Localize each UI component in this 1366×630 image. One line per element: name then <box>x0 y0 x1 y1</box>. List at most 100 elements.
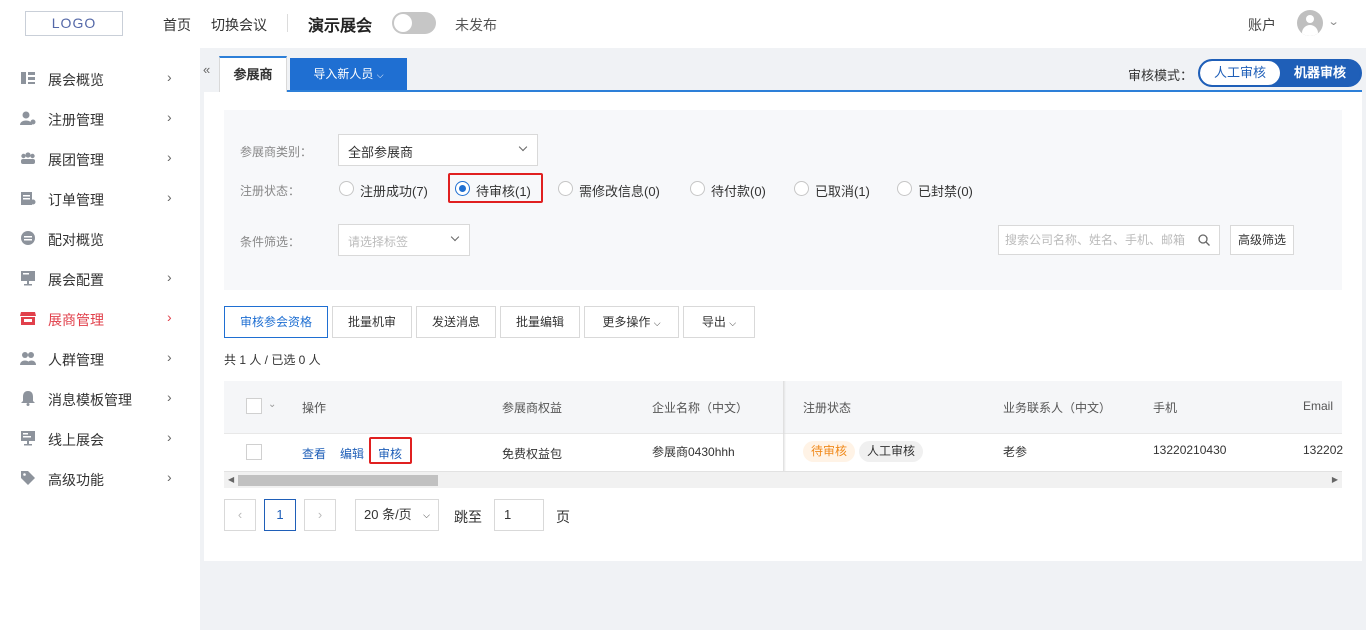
status-badge-manual: 人工审核 <box>859 441 924 462</box>
sidebar-item-exhibitors[interactable]: 展商管理 › <box>0 298 200 338</box>
collapse-sidebar-icon[interactable]: « <box>203 62 210 77</box>
sidebar-item-advanced[interactable]: 高级功能 › <box>0 458 200 498</box>
horizontal-scrollbar[interactable]: ◀ ▶ <box>224 471 1342 488</box>
chevron-down-icon[interactable]: ⌄ <box>268 399 276 410</box>
column-header-email: Email <box>1303 399 1334 413</box>
page-size-value: 20 条/页 <box>364 507 412 522</box>
chevron-right-icon: › <box>167 149 172 165</box>
search-input[interactable] <box>1005 232 1185 248</box>
chevron-right-icon: › <box>167 189 172 205</box>
email-cell: 132202 <box>1303 443 1344 457</box>
match-icon <box>21 231 35 245</box>
sidebar-item-message-templates[interactable]: 消息模板管理 › <box>0 378 200 418</box>
sidebar-item-delegation[interactable]: 展团管理 › <box>0 138 200 178</box>
chevron-down-icon: ⌵ <box>653 318 661 328</box>
radio-label: 注册成功(7) <box>360 184 428 199</box>
category-select[interactable]: 全部参展商 <box>338 134 538 166</box>
column-header-contact: 业务联系人（中文） <box>1003 401 1112 415</box>
publish-toggle[interactable] <box>392 12 436 34</box>
highlight-box <box>369 437 412 464</box>
column-header-benefit: 参展商权益 <box>502 401 563 415</box>
page-number-button[interactable]: 1 <box>264 499 296 531</box>
sidebar-item-online-expo[interactable]: 线上展会 › <box>0 418 200 458</box>
sidebar-item-audience[interactable]: 人群管理 › <box>0 338 200 378</box>
chevron-right-icon: › <box>167 469 172 485</box>
sidebar-item-overview[interactable]: 展会概览 › <box>0 58 200 98</box>
sidebar-item-label: 注册管理 <box>48 112 104 128</box>
account-label[interactable]: 账户 <box>1248 15 1276 35</box>
top-header: LOGO 首页 切换会议 演示展会 未发布 账户 ⌄ <box>0 0 1366 48</box>
chevron-right-icon: › <box>167 69 172 85</box>
contact-cell: 老参 <box>1003 445 1028 459</box>
next-page-button[interactable]: › <box>304 499 336 531</box>
logo[interactable]: LOGO <box>25 11 123 36</box>
scroll-left-icon[interactable]: ◀ <box>228 475 234 484</box>
header-divider <box>287 14 288 32</box>
nav-home[interactable]: 首页 <box>163 15 191 35</box>
batch-machine-review-button[interactable]: 批量机审 <box>332 306 412 338</box>
prev-page-button[interactable]: ‹ <box>224 499 256 531</box>
more-actions-button[interactable]: 更多操作 ⌵ <box>584 306 679 338</box>
send-message-button[interactable]: 发送消息 <box>416 306 496 338</box>
goto-label: 跳至 <box>454 509 482 525</box>
chevron-right-icon: › <box>167 429 172 445</box>
sidebar-item-registration[interactable]: 注册管理 › <box>0 98 200 138</box>
chevron-down-icon: ⌵ <box>376 70 384 80</box>
review-mode-switch[interactable]: 人工审核 机器审核 <box>1198 59 1362 87</box>
chevron-right-icon: › <box>167 269 172 285</box>
page-size-select[interactable]: 20 条/页 ⌵ <box>355 499 439 531</box>
config-icon <box>21 271 35 286</box>
search-icon[interactable] <box>1198 234 1210 246</box>
bell-icon <box>21 391 35 406</box>
store-icon <box>20 312 36 325</box>
nav-switch-meeting[interactable]: 切换会议 <box>211 15 267 35</box>
review-qualification-button[interactable]: 审核参会资格 <box>224 306 328 338</box>
tag-select-placeholder: 请选择标签 <box>348 235 409 249</box>
edit-link[interactable]: 编辑 <box>340 445 364 462</box>
sidebar: 展会概览 › 注册管理 › 展团管理 › 订单管理 › 配对概览 展会配置 › … <box>0 48 200 630</box>
radio-circle <box>558 181 573 196</box>
tag-select[interactable]: 请选择标签 <box>338 224 470 256</box>
event-name: 演示展会 <box>308 18 373 35</box>
category-select-value: 全部参展商 <box>348 145 414 160</box>
select-all-checkbox[interactable] <box>246 398 262 414</box>
import-people-button[interactable]: 导入新人员 ⌵ <box>290 58 407 90</box>
row-checkbox[interactable] <box>246 444 262 460</box>
radio-circle <box>690 181 705 196</box>
tab-bar-underline <box>219 90 1362 92</box>
tab-exhibitors[interactable]: 参展商 <box>219 56 287 92</box>
sidebar-item-label: 高级功能 <box>48 472 104 488</box>
chevron-right-icon: › <box>167 309 172 325</box>
sidebar-item-label: 订单管理 <box>48 192 104 208</box>
sidebar-item-label: 配对概览 <box>48 232 104 248</box>
advanced-filter-button[interactable]: 高级筛选 <box>1230 225 1294 255</box>
export-button[interactable]: 导出 ⌵ <box>683 306 755 338</box>
sidebar-item-label: 线上展会 <box>48 432 104 448</box>
chevron-down-icon[interactable]: ⌄ <box>1328 15 1340 28</box>
review-mode-manual[interactable]: 人工审核 <box>1200 61 1280 85</box>
scroll-right-icon[interactable]: ▶ <box>1332 475 1338 484</box>
column-header-actions: 操作 <box>302 401 327 415</box>
sidebar-item-label: 消息模板管理 <box>48 392 132 408</box>
radio-label: 需修改信息(0) <box>579 184 660 199</box>
people-icon <box>20 352 36 365</box>
sidebar-item-orders[interactable]: 订单管理 › <box>0 178 200 218</box>
status-badge-pending: 待审核 <box>803 441 856 462</box>
radio-label: 已取消(1) <box>815 184 870 199</box>
avatar-icon[interactable] <box>1297 10 1323 36</box>
sidebar-item-label: 人群管理 <box>48 352 104 368</box>
sidebar-item-label: 展会配置 <box>48 272 104 288</box>
scrollbar-thumb[interactable] <box>238 475 438 486</box>
sidebar-item-matching[interactable]: 配对概览 <box>0 218 200 258</box>
goto-page-input[interactable]: 1 <box>494 499 544 531</box>
sidebar-item-config[interactable]: 展会配置 › <box>0 258 200 298</box>
radio-label: 待付款(0) <box>711 184 766 199</box>
order-icon <box>21 192 36 205</box>
phone-cell: 13220210430 <box>1153 443 1227 457</box>
dashboard-icon <box>21 72 35 84</box>
publish-status: 未发布 <box>455 17 497 33</box>
view-link[interactable]: 查看 <box>302 445 326 462</box>
tag-icon <box>21 471 35 485</box>
batch-edit-button[interactable]: 批量编辑 <box>500 306 580 338</box>
review-mode-machine[interactable]: 机器审核 <box>1280 61 1360 85</box>
